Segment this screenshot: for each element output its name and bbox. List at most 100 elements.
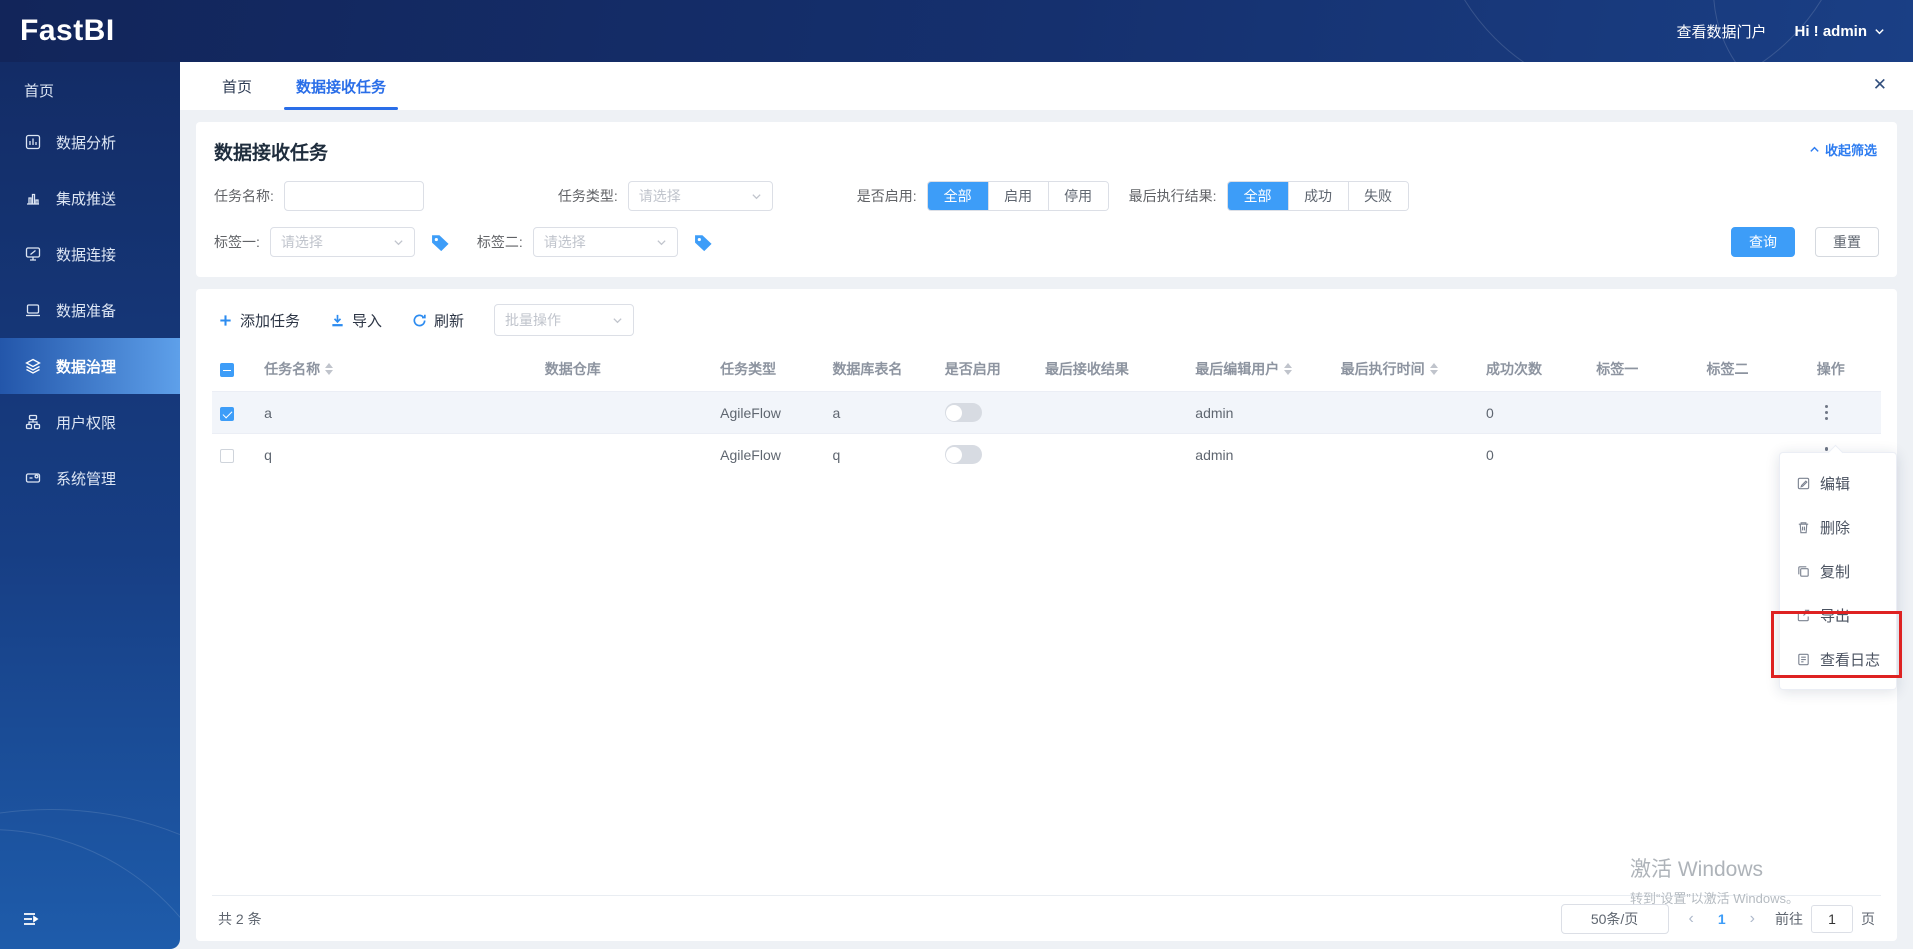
refresh-icon: [413, 313, 426, 326]
page-number-1[interactable]: 1: [1714, 911, 1730, 927]
refresh-button[interactable]: 刷新: [412, 310, 464, 331]
result-option-fail[interactable]: 失败: [1347, 182, 1408, 210]
menu-item-copy[interactable]: 复制: [1780, 549, 1896, 593]
sort-caret-icon[interactable]: [1284, 363, 1293, 375]
enabled-toggle[interactable]: [944, 403, 982, 422]
result-option-all[interactable]: 全部: [1227, 182, 1288, 210]
menu-item-export[interactable]: 导出: [1780, 593, 1896, 637]
sidebar-item-label: 数据连接: [56, 246, 117, 264]
tag2-label: 标签二:: [476, 234, 523, 250]
column-tag1: 标签一: [1596, 361, 1639, 377]
task-table: 任务名称 数据仓库 任务类型 数据库表名 是否启用 最后接收结果 最后编辑用户 …: [212, 349, 1881, 476]
result-filter-group: 全部 成功 失败: [1226, 181, 1409, 211]
copy-icon: [1798, 565, 1809, 577]
tab-close-icon[interactable]: ✕: [1873, 75, 1887, 95]
task-type-select[interactable]: 请选择: [627, 181, 773, 211]
sidebar-item-label: 系统管理: [56, 470, 117, 488]
task-table-panel: 添加任务 导入 刷新 批量操作 任务名称 数据仓库 任务类型 数据库表名 是否启…: [196, 289, 1897, 941]
cell-db-table: q: [824, 433, 937, 476]
column-last-editor[interactable]: 最后编辑用户: [1195, 359, 1293, 379]
chevron-down-icon: [657, 239, 666, 245]
total-count: 共 2 条: [218, 910, 262, 927]
user-menu[interactable]: Hi ! admin: [1794, 23, 1885, 40]
goto-page-input[interactable]: [1811, 904, 1853, 933]
enable-option-all[interactable]: 全部: [927, 182, 988, 210]
prev-page-button[interactable]: ‹: [1683, 910, 1700, 928]
sidebar-item-integration-push[interactable]: 集成推送: [0, 170, 180, 226]
system-settings-icon: [25, 473, 41, 483]
batch-operation-select[interactable]: 批量操作: [494, 304, 635, 336]
cell-editor: admin: [1187, 391, 1333, 434]
row-checkbox[interactable]: [220, 448, 234, 463]
sidebar-item-user-permissions[interactable]: 用户权限: [0, 394, 180, 450]
tab-data-receive-task[interactable]: 数据接收任务: [274, 62, 408, 110]
tag1-select[interactable]: 请选择: [269, 227, 415, 257]
sidebar-item-data-connection[interactable]: 数据连接: [0, 226, 180, 282]
tag2-manage-button[interactable]: [692, 231, 714, 253]
plus-icon: [220, 314, 231, 326]
chevron-up-icon: [1810, 146, 1819, 152]
layers-icon: [25, 358, 41, 374]
sidebar-item-data-governance[interactable]: 数据治理: [0, 338, 180, 394]
cell-warehouse: [536, 433, 713, 476]
cell-task-type: AgileFlow: [712, 391, 825, 434]
task-name-input[interactable]: [283, 181, 424, 211]
select-all-checkbox[interactable]: [220, 363, 234, 378]
cell-success-count: 0: [1477, 433, 1589, 476]
sidebar-item-data-analysis[interactable]: 数据分析: [0, 114, 180, 170]
result-filter-label: 最后执行结果:: [1128, 188, 1217, 204]
result-option-success[interactable]: 成功: [1287, 182, 1348, 210]
menu-item-delete[interactable]: 删除: [1780, 505, 1896, 549]
column-warehouse: 数据仓库: [544, 361, 601, 377]
menu-item-view-log[interactable]: 查看日志: [1780, 637, 1896, 681]
sidebar-item-label: 首页: [24, 82, 55, 100]
sidebar-item-data-preparation[interactable]: 数据准备: [0, 282, 180, 338]
cell-tag2: [1698, 391, 1809, 434]
cell-last-result: [1036, 433, 1188, 476]
column-last-exec-time[interactable]: 最后执行时间: [1341, 359, 1438, 379]
sort-caret-icon[interactable]: [1429, 363, 1438, 375]
collapse-filter-link[interactable]: 收起筛选: [1809, 140, 1877, 159]
table-row: a AgileFlow a admin 0: [212, 391, 1881, 434]
goto-label: 前往: [1775, 910, 1803, 927]
sidebar-item-label: 数据准备: [56, 302, 117, 320]
menu-item-edit[interactable]: 编辑: [1780, 461, 1896, 505]
page-size-select[interactable]: 50条/页: [1560, 903, 1669, 934]
row-actions-dropdown: 编辑 删除 复制 导出 查看日志: [1779, 452, 1897, 690]
tag2-select[interactable]: 请选择: [532, 227, 678, 257]
sidebar-collapse-button[interactable]: [20, 908, 42, 933]
task-type-label: 任务类型:: [557, 188, 618, 204]
trash-icon: [1798, 521, 1809, 533]
cell-tag1: [1588, 433, 1699, 476]
chevron-down-icon: [752, 193, 761, 199]
add-task-button[interactable]: 添加任务: [218, 310, 300, 331]
import-button[interactable]: 导入: [330, 310, 382, 331]
column-task-name[interactable]: 任务名称: [264, 359, 334, 379]
filter-panel: 数据接收任务 收起筛选 任务名称: 任务类型: 请选择 是否启用: 全部 启用 …: [196, 122, 1897, 277]
edit-icon: [1797, 477, 1810, 489]
export-icon: [1797, 609, 1810, 621]
enable-option-on[interactable]: 启用: [987, 182, 1048, 210]
search-button[interactable]: 查询: [1731, 227, 1795, 257]
reset-button[interactable]: 重置: [1815, 227, 1879, 257]
org-permissions-icon: [25, 414, 41, 430]
column-task-type: 任务类型: [720, 361, 777, 377]
chart-analysis-icon: [25, 134, 41, 150]
sidebar: 首页 数据分析 集成推送 数据连接 数据准备 数据治理 用户权限 系统管理: [0, 62, 180, 949]
cell-success-count: 0: [1477, 391, 1589, 434]
table-header-row: 任务名称 数据仓库 任务类型 数据库表名 是否启用 最后接收结果 最后编辑用户 …: [212, 349, 1881, 392]
sidebar-item-system-management[interactable]: 系统管理: [0, 450, 180, 506]
enabled-toggle[interactable]: [944, 445, 982, 465]
tab-home[interactable]: 首页: [200, 62, 274, 110]
next-page-button[interactable]: ›: [1744, 910, 1761, 928]
row-actions-menu-button[interactable]: [1817, 398, 1837, 427]
tag1-manage-button[interactable]: [429, 231, 451, 253]
enable-option-off[interactable]: 停用: [1047, 182, 1108, 210]
cell-task-name: q: [256, 433, 537, 476]
sidebar-item-home[interactable]: 首页: [0, 66, 180, 114]
app-logo: FastBI: [20, 14, 115, 47]
sort-caret-icon[interactable]: [325, 363, 334, 375]
chevron-down-icon: [394, 239, 403, 245]
row-checkbox[interactable]: [220, 406, 234, 421]
view-data-portal-link[interactable]: 查看数据门户: [1676, 21, 1766, 42]
